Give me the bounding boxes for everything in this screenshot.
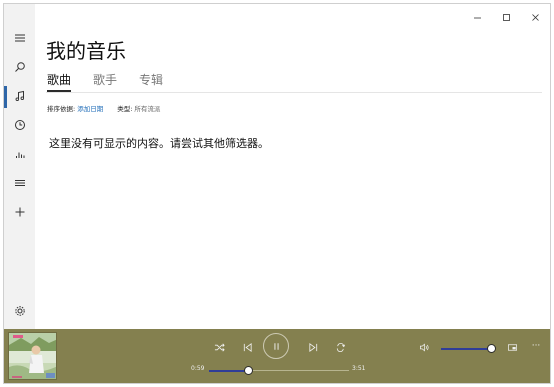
nav-playlists[interactable] — [4, 170, 35, 198]
menu-button[interactable] — [4, 25, 35, 53]
more-options-button[interactable]: ··· — [529, 339, 543, 353]
sort-dropdown[interactable]: 添加日期 — [77, 103, 103, 113]
maximize-button[interactable] — [492, 4, 521, 30]
sort-label: 排序依据: — [47, 105, 76, 113]
pause-icon — [273, 342, 279, 350]
seek-thumb[interactable] — [243, 366, 253, 375]
maximize-icon — [503, 13, 510, 21]
empty-state-message: 这里没有可显示的内容。请尝试其他筛选器。 — [49, 137, 269, 150]
minimize-icon — [474, 17, 481, 18]
settings-button[interactable] — [4, 298, 35, 326]
genre-dropdown[interactable]: 所有流派 — [134, 103, 160, 113]
tab-songs[interactable]: 歌曲 — [47, 71, 72, 92]
new-playlist-button[interactable] — [4, 199, 35, 227]
equalizer-icon — [14, 148, 26, 163]
search-icon — [14, 61, 26, 76]
filter-bar: 排序依据: 添加日期 类型: 所有流派 — [47, 103, 160, 113]
plus-icon — [14, 206, 26, 221]
playlist-icon — [14, 177, 26, 192]
nav-my-music[interactable] — [4, 83, 35, 111]
tab-artists[interactable]: 歌手 — [93, 71, 117, 91]
navigation-rail — [4, 4, 35, 331]
repeat-button[interactable] — [333, 341, 347, 353]
close-icon — [532, 13, 539, 21]
shuffle-button[interactable] — [212, 341, 226, 353]
album-art-image — [9, 333, 56, 379]
album-art[interactable] — [8, 332, 57, 380]
speaker-icon — [419, 343, 429, 351]
next-button[interactable] — [306, 341, 320, 353]
mini-player-icon — [507, 343, 517, 351]
next-icon — [308, 342, 317, 352]
volume-slider[interactable] — [441, 344, 496, 353]
mini-player-button[interactable] — [505, 341, 519, 353]
volume-thumb[interactable] — [486, 344, 496, 353]
volume-button[interactable] — [417, 341, 431, 353]
page-title: 我的音乐 — [46, 39, 126, 63]
window-controls — [463, 4, 550, 30]
tab-albums[interactable]: 专辑 — [139, 71, 163, 91]
player-bar: 0:59 3:51 ··· — [4, 329, 550, 383]
minimize-button[interactable] — [463, 4, 492, 30]
gear-icon — [14, 305, 26, 320]
previous-button[interactable] — [240, 341, 254, 353]
volume-fill — [441, 347, 492, 350]
current-time: 0:59 — [191, 365, 205, 372]
previous-icon — [243, 342, 252, 352]
tab-bar: 歌曲 歌手 专辑 — [47, 71, 185, 92]
shuffle-icon — [214, 343, 225, 351]
clock-icon — [14, 119, 26, 134]
menu-icon — [14, 32, 26, 47]
close-button[interactable] — [521, 4, 550, 30]
app-window: 我的音乐 歌曲 歌手 专辑 排序依据: 添加日期 类型: 所有流派 这里没有可显… — [3, 3, 551, 384]
total-time: 3:51 — [352, 365, 366, 372]
search-button[interactable] — [4, 54, 35, 82]
genre-label: 类型: — [117, 105, 133, 113]
repeat-icon — [336, 342, 345, 352]
seek-progress-fill — [209, 369, 249, 372]
tab-divider — [46, 92, 542, 93]
nav-recent[interactable] — [4, 112, 35, 140]
music-note-icon — [14, 90, 26, 105]
seek-slider[interactable] — [209, 366, 349, 375]
play-pause-button[interactable] — [263, 333, 289, 359]
nav-now-playing[interactable] — [4, 141, 35, 169]
